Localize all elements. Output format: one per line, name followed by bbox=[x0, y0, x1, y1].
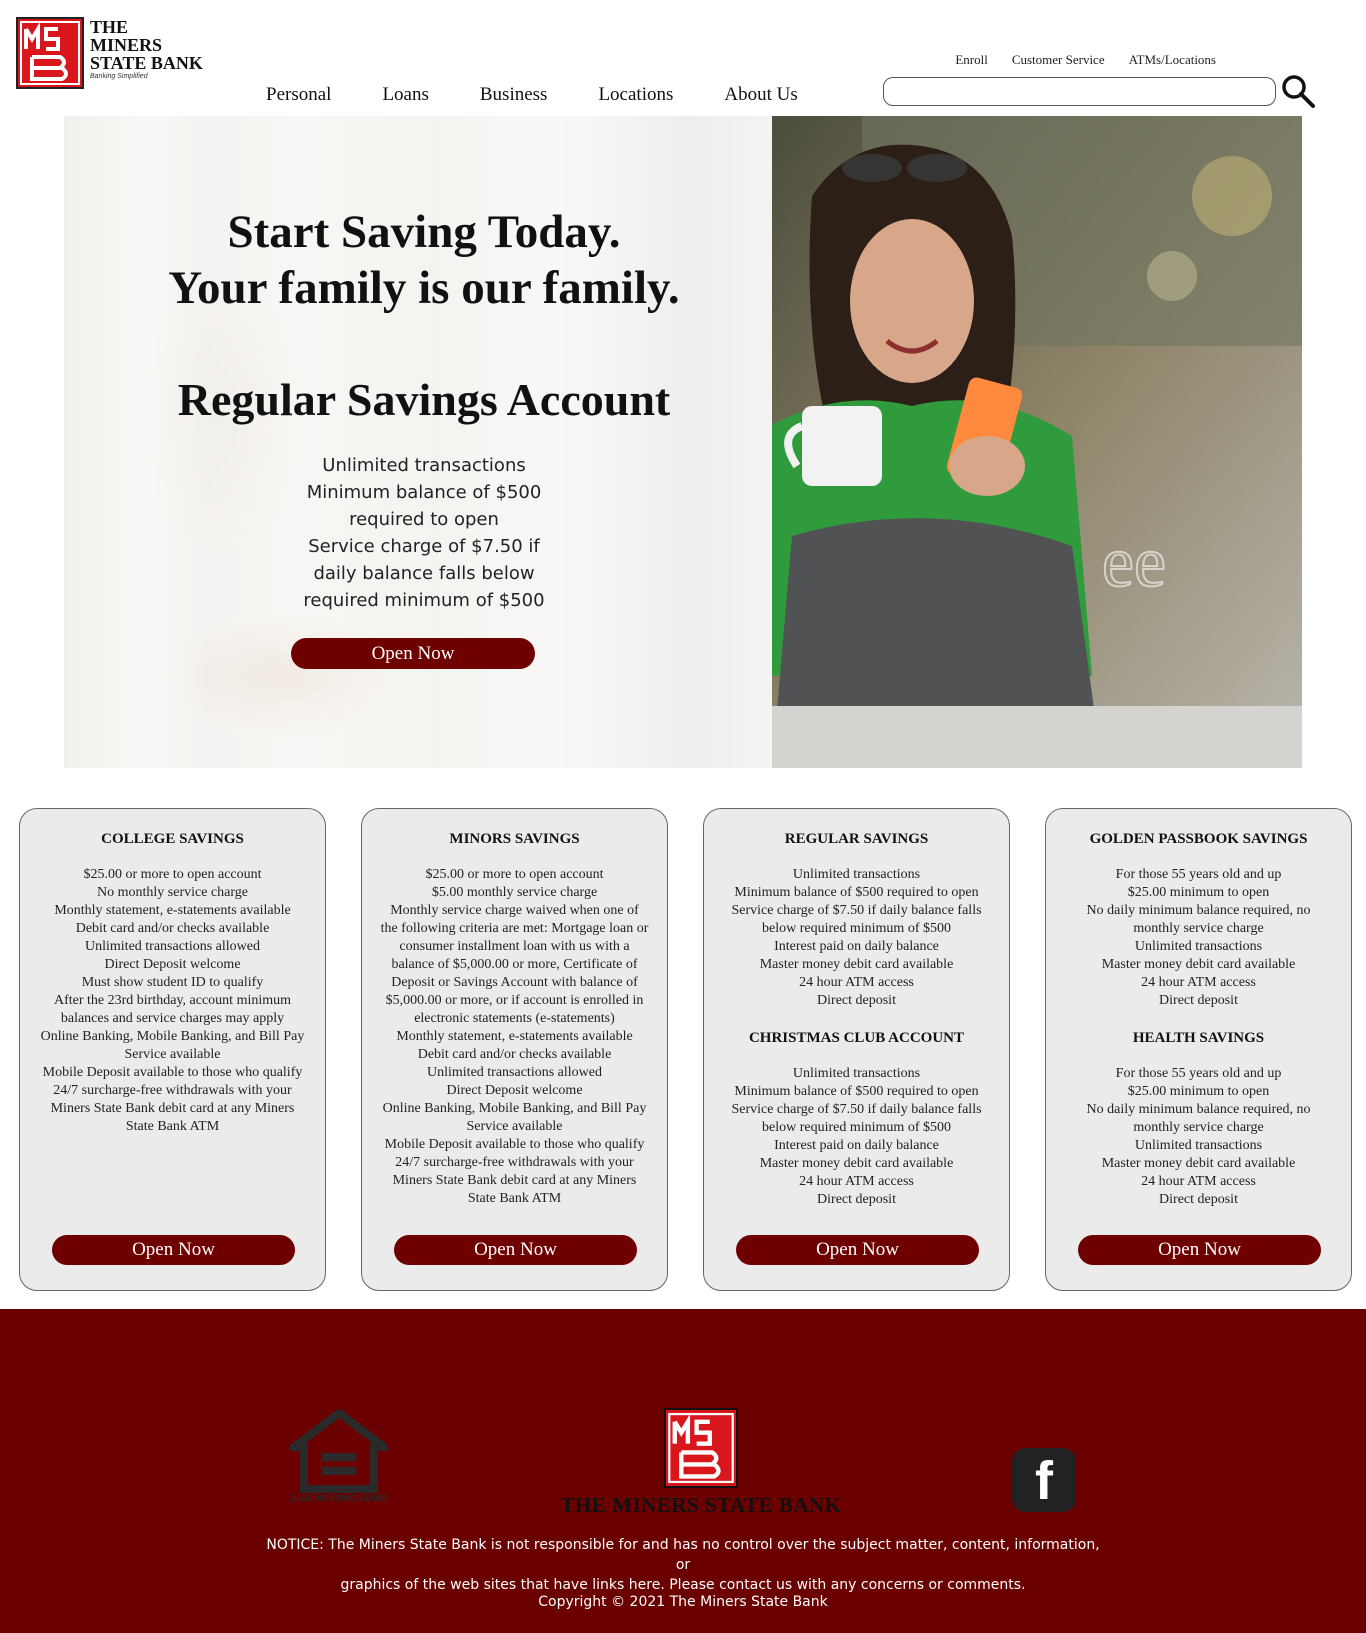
msb-logo-icon[interactable] bbox=[16, 17, 84, 89]
hero-banner: ee Start Saving Today. Your family is ou… bbox=[64, 116, 1302, 768]
search-icon bbox=[1282, 75, 1315, 108]
hero-headline: Start Saving Today. Your family is our f… bbox=[168, 206, 680, 314]
util-link-enroll[interactable]: Enroll bbox=[955, 52, 988, 68]
card-details: Unlimited transactions Minimum balance o… bbox=[731, 867, 982, 1008]
nav-about-us[interactable]: About Us bbox=[724, 84, 797, 106]
search-input[interactable] bbox=[883, 77, 1276, 106]
card-title-health-savings: HEALTH SAVINGS bbox=[1132, 1030, 1265, 1046]
brand-block[interactable]: THE MINERS STATE BANK Banking Simplified bbox=[90, 18, 230, 80]
util-link-customer-service[interactable]: Customer Service bbox=[1012, 52, 1105, 68]
card-minors-savings: MINORS SAVINGS $25.00 or more to open ac… bbox=[361, 808, 668, 1291]
utility-nav: Enroll Customer Service ATMs/Locations bbox=[955, 52, 1216, 68]
search-button[interactable] bbox=[1280, 73, 1316, 109]
main-nav: Personal Loans Business Locations About … bbox=[266, 84, 849, 106]
card-college-savings: COLLEGE SAVINGS $25.00 or more to open a… bbox=[19, 808, 326, 1291]
card-title-christmas-club: CHRISTMAS CLUB ACCOUNT bbox=[748, 1030, 965, 1046]
card-details-health-savings: For those 55 years old and up $25.00 min… bbox=[1086, 1066, 1311, 1207]
facebook-glyph: f bbox=[1035, 1451, 1053, 1511]
util-link-atms-locations[interactable]: ATMs/Locations bbox=[1129, 52, 1216, 68]
nav-business[interactable]: Business bbox=[480, 84, 548, 106]
minors-savings-open-now-button[interactable]: Open Now bbox=[394, 1235, 637, 1265]
hero-body: Unlimited transactions Minimum balance o… bbox=[303, 455, 545, 611]
facebook-icon[interactable]: f bbox=[1012, 1448, 1076, 1512]
footer: EQUAL HOUSING LENDER THE MINERS STATE BA… bbox=[0, 1309, 1366, 1633]
regular-savings-open-now-button[interactable]: Open Now bbox=[736, 1235, 979, 1265]
card-details: For those 55 years old and up $25.00 min… bbox=[1086, 867, 1311, 1008]
card-details-christmas-club: Unlimited transactions Minimum balance o… bbox=[731, 1066, 982, 1207]
card-golden-passbook-savings: GOLDEN PASSBOOK SAVINGS For those 55 yea… bbox=[1045, 808, 1352, 1291]
footer-msb-logo-icon[interactable] bbox=[664, 1408, 738, 1488]
equal-housing-text: EQUAL HOUSING LENDER bbox=[290, 1493, 388, 1503]
hero-text: Start Saving Today. Your family is our f… bbox=[149, 204, 699, 614]
golden-passbook-open-now-button[interactable]: Open Now bbox=[1078, 1235, 1321, 1265]
brand-tagline: Banking Simplified bbox=[90, 73, 148, 80]
footer-copyright: Copyright © 2021 The Miners State Bank bbox=[538, 1594, 828, 1610]
equal-housing-lender-icon: EQUAL HOUSING LENDER bbox=[290, 1409, 388, 1503]
brand-name: THE MINERS STATE BANK bbox=[90, 17, 203, 73]
nav-personal[interactable]: Personal bbox=[266, 84, 331, 106]
card-details: $25.00 or more to open account $5.00 mon… bbox=[380, 867, 649, 1206]
svg-text:ee: ee bbox=[1102, 522, 1166, 602]
card-title: GOLDEN PASSBOOK SAVINGS bbox=[1089, 831, 1308, 847]
card-title: MINORS SAVINGS bbox=[449, 831, 580, 847]
card-title: COLLEGE SAVINGS bbox=[101, 831, 244, 847]
card-title: REGULAR SAVINGS bbox=[784, 831, 929, 847]
college-savings-open-now-button[interactable]: Open Now bbox=[52, 1235, 295, 1265]
hero-subtitle: Regular Savings Account bbox=[177, 374, 671, 425]
nav-loans[interactable]: Loans bbox=[382, 84, 428, 106]
nav-locations[interactable]: Locations bbox=[598, 84, 673, 106]
card-details: $25.00 or more to open account No monthl… bbox=[40, 867, 305, 1134]
card-regular-savings: REGULAR SAVINGS Unlimited transactions M… bbox=[703, 808, 1010, 1291]
hero-photo: ee bbox=[772, 116, 1302, 768]
footer-bank-name: THE MINERS STATE BANK bbox=[560, 1493, 842, 1517]
hero-open-now-button[interactable]: Open Now bbox=[291, 638, 535, 669]
footer-notice: NOTICE: The Miners State Bank is not res… bbox=[266, 1537, 1100, 1593]
